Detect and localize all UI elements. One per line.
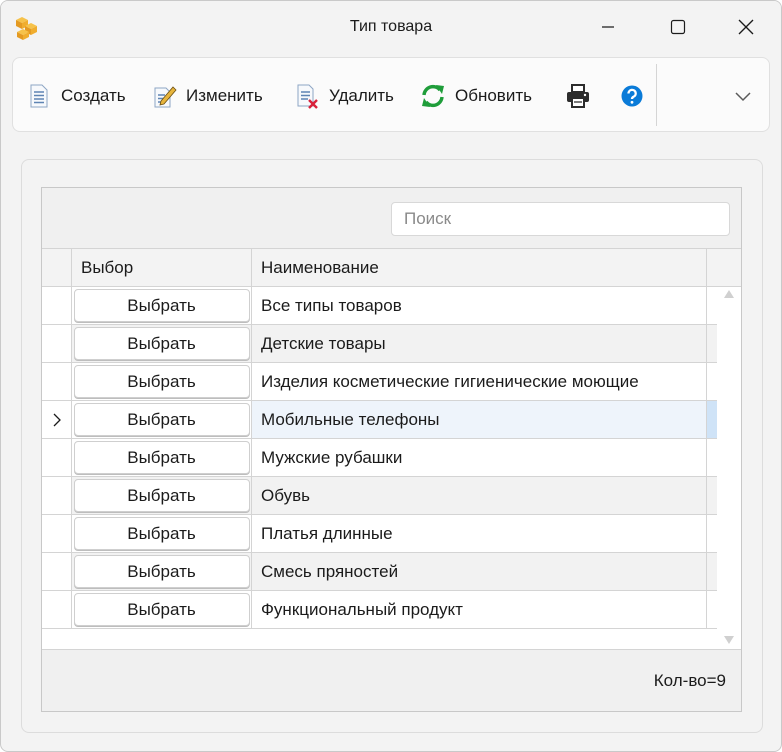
grid-footer: Кол-во=9: [42, 649, 741, 711]
name-cell[interactable]: Обувь: [252, 477, 707, 514]
filler-cell: [707, 325, 717, 362]
search-area: [42, 188, 741, 249]
pick-cell: Выбрать: [72, 477, 252, 514]
filler-cell: [707, 553, 717, 590]
vertical-scrollbar[interactable]: [717, 287, 741, 649]
name-cell[interactable]: Смесь пряностей: [252, 553, 707, 590]
pick-button[interactable]: Выбрать: [73, 555, 250, 588]
pick-button[interactable]: Выбрать: [73, 403, 250, 436]
new-document-icon: [30, 84, 48, 107]
help-icon: [621, 85, 643, 106]
name-cell[interactable]: Платья длинные: [252, 515, 707, 552]
pick-button[interactable]: Выбрать: [73, 289, 250, 322]
pick-button[interactable]: Выбрать: [73, 327, 250, 360]
filler-cell: [707, 363, 717, 400]
current-row-icon: [53, 413, 61, 426]
grid-empty-area: [42, 629, 717, 649]
pick-cell: Выбрать: [72, 401, 252, 438]
chevron-down-icon[interactable]: [731, 84, 755, 108]
name-cell[interactable]: Детские товары: [252, 325, 707, 362]
row-selector[interactable]: [42, 287, 72, 324]
pick-button[interactable]: Выбрать: [73, 365, 250, 398]
filler-cell: [707, 515, 717, 552]
toolbar: Создать Изменить Удалить Обновить: [12, 57, 770, 132]
row-selector[interactable]: [42, 477, 72, 514]
pick-cell: Выбрать: [72, 325, 252, 362]
column-header-pick[interactable]: Выбор: [72, 249, 252, 287]
name-cell[interactable]: Все типы товаров: [252, 287, 707, 324]
create-button[interactable]: Создать: [26, 58, 126, 133]
search-input[interactable]: [391, 202, 730, 236]
table-row[interactable]: Выбрать Изделия косметические гигиеничес…: [42, 363, 717, 401]
refresh-button[interactable]: Обновить: [420, 58, 532, 133]
row-selector-header: [42, 249, 72, 287]
column-header-filler: [707, 249, 741, 287]
pick-button[interactable]: Выбрать: [73, 479, 250, 512]
toolbar-separator: [656, 64, 657, 126]
row-selector[interactable]: [42, 553, 72, 590]
table-row[interactable]: Выбрать Платья длинные: [42, 515, 717, 553]
filler-cell: [707, 477, 717, 514]
table-row[interactable]: Выбрать Функциональный продукт: [42, 591, 717, 629]
filler-cell: [707, 401, 717, 438]
row-selector[interactable]: [42, 363, 72, 400]
pick-cell: Выбрать: [72, 287, 252, 324]
data-grid: Выбор Наименование Выбрать Все типы това…: [41, 187, 742, 712]
app-window: Тип товара Создать Изменить Удалить Обно…: [0, 0, 782, 752]
pick-cell: Выбрать: [72, 591, 252, 628]
row-selector[interactable]: [42, 439, 72, 476]
edit-label: Изменить: [186, 85, 263, 105]
print-button[interactable]: [565, 58, 591, 133]
refresh-label: Обновить: [455, 85, 532, 105]
table-row[interactable]: Выбрать Обувь: [42, 477, 717, 515]
maximize-button[interactable]: [643, 1, 713, 53]
row-selector[interactable]: [42, 591, 72, 628]
pick-cell: Выбрать: [72, 363, 252, 400]
pick-cell: Выбрать: [72, 553, 252, 590]
record-count: Кол-во=9: [653, 671, 726, 690]
table-row[interactable]: Выбрать Мужские рубашки: [42, 439, 717, 477]
pick-button[interactable]: Выбрать: [73, 593, 250, 626]
help-button[interactable]: [619, 58, 645, 133]
column-header-name[interactable]: Наименование: [252, 249, 707, 287]
delete-document-icon: [297, 84, 318, 109]
pick-cell: Выбрать: [72, 515, 252, 552]
delete-label: Удалить: [329, 85, 394, 105]
edit-document-icon: [154, 85, 177, 107]
row-selector[interactable]: [42, 401, 72, 438]
maximize-icon: [670, 19, 686, 35]
table-row-selected[interactable]: Выбрать Мобильные телефоны: [42, 401, 717, 439]
scroll-down-icon[interactable]: [723, 635, 735, 645]
scroll-up-icon[interactable]: [723, 289, 735, 299]
grid-header: Выбор Наименование: [42, 249, 741, 287]
grid-rows: Выбрать Все типы товаров Выбрать Детские…: [42, 287, 717, 629]
table-row[interactable]: Выбрать Все типы товаров: [42, 287, 717, 325]
printer-icon: [567, 83, 589, 108]
name-cell[interactable]: Мужские рубашки: [252, 439, 707, 476]
edit-button[interactable]: Изменить: [151, 58, 263, 133]
title-bar[interactable]: Тип товара: [1, 1, 781, 53]
name-cell[interactable]: Мобильные телефоны: [252, 401, 707, 438]
row-selector[interactable]: [42, 515, 72, 552]
filler-cell: [707, 439, 717, 476]
filler-cell: [707, 591, 717, 628]
close-button[interactable]: [711, 1, 781, 53]
pick-button[interactable]: Выбрать: [73, 517, 250, 550]
pick-cell: Выбрать: [72, 439, 252, 476]
refresh-icon: [422, 84, 444, 107]
close-icon: [738, 19, 754, 35]
name-cell[interactable]: Функциональный продукт: [252, 591, 707, 628]
minimize-icon: [602, 26, 614, 28]
table-row[interactable]: Выбрать Детские товары: [42, 325, 717, 363]
pick-button[interactable]: Выбрать: [73, 441, 250, 474]
name-cell[interactable]: Изделия косметические гигиенические моющ…: [252, 363, 707, 400]
row-selector[interactable]: [42, 325, 72, 362]
create-label: Создать: [61, 85, 126, 105]
delete-button[interactable]: Удалить: [294, 58, 394, 133]
table-row[interactable]: Выбрать Смесь пряностей: [42, 553, 717, 591]
filler-cell: [707, 287, 717, 324]
minimize-button[interactable]: [573, 1, 643, 53]
